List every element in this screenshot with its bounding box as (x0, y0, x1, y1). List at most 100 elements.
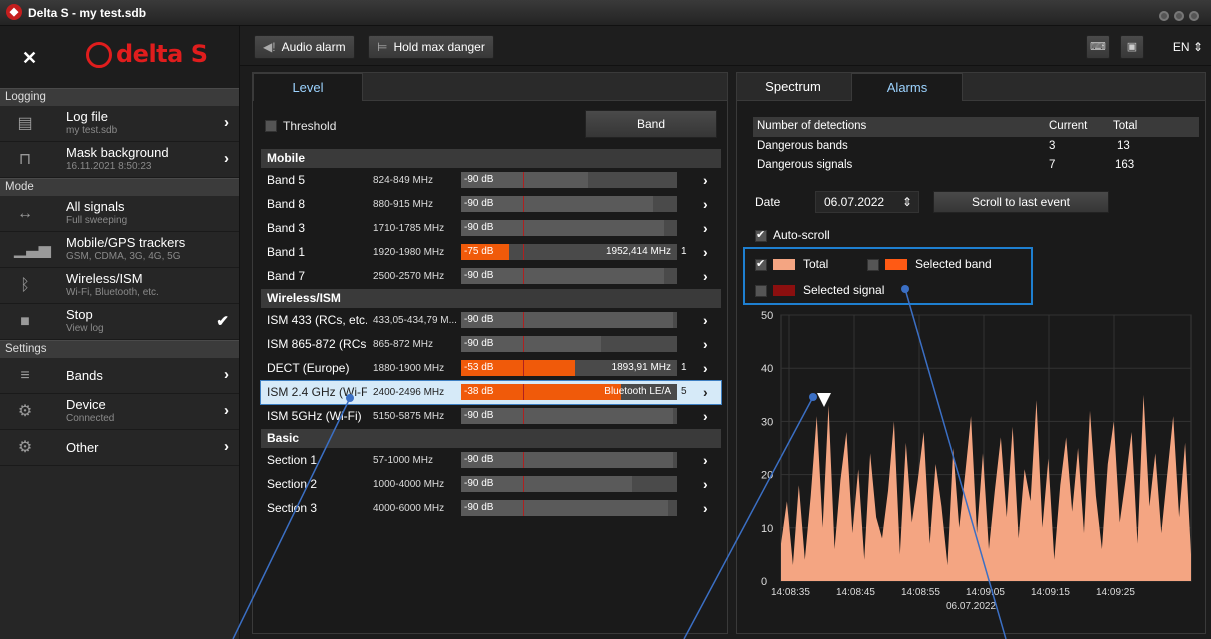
sidebar-item-label: Bands (66, 368, 103, 383)
sidebar-section-mode: Mode (0, 178, 239, 196)
band-row[interactable]: Band 3 1710-1785 MHz -90 dB › (261, 217, 721, 240)
band-row[interactable]: Band 7 2500-2570 MHz -90 dB › (261, 265, 721, 288)
close-window-button[interactable] (1189, 11, 1199, 21)
band-row[interactable]: Section 2 1000-4000 MHz -90 dB › (261, 473, 721, 496)
level-db: -90 dB (464, 270, 494, 281)
total-swatch (773, 259, 795, 271)
chevron-right-icon[interactable]: › (703, 196, 708, 212)
sidebar-item-bands[interactable]: ≡ Bands › (0, 358, 239, 394)
level-bar: -75 dB 1952,414 MHz (461, 244, 677, 260)
band-name: Section 2 (267, 477, 318, 491)
sweep-icon: ↔ (17, 205, 33, 222)
chevron-right-icon[interactable]: › (703, 312, 708, 328)
sidebar-item-other[interactable]: ⚙ Other › (0, 430, 239, 466)
chevron-right-icon[interactable]: › (703, 384, 708, 400)
chevron-right-icon[interactable]: › (703, 452, 708, 468)
sidebar-item-wireless-ism[interactable]: ᛒ Wireless/ISM Wi-Fi, Bluetooth, etc. (0, 268, 239, 304)
band-frequency: 865-872 MHz (373, 339, 434, 350)
detections-header-label: Number of detections (757, 120, 867, 132)
legend-selected-signal[interactable]: Selected signal (755, 283, 884, 297)
band-row[interactable]: Band 5 824-849 MHz -90 dB › (261, 169, 721, 192)
band-frequency: 1880-1900 MHz (373, 363, 445, 374)
hold-max-button[interactable]: ⊨ Hold max danger (368, 35, 494, 59)
keyboard-button[interactable]: ⌨ (1086, 35, 1110, 59)
chevron-right-icon[interactable]: › (703, 476, 708, 492)
band-button[interactable]: Band (585, 110, 717, 138)
auto-scroll-toggle[interactable]: Auto-scroll (755, 228, 830, 242)
chevron-right-icon[interactable]: › (703, 360, 708, 376)
chevron-right-icon: › (224, 366, 229, 383)
maximize-button[interactable] (1174, 11, 1184, 21)
tab-spectrum[interactable]: Spectrum (737, 73, 849, 101)
band-name: Band 8 (267, 197, 306, 211)
minimize-button[interactable] (1159, 11, 1169, 21)
sidebar-item-log-file[interactable]: ▤ Log file my test.sdb › (0, 106, 239, 142)
sidebar-item-label: Device (66, 397, 106, 412)
band-name: Section 1 (267, 453, 318, 467)
audio-alarm-label: Audio alarm (281, 40, 346, 54)
level-db: -90 dB (464, 454, 494, 465)
chevron-right-icon[interactable]: › (703, 220, 708, 236)
spinner-icon[interactable]: ⇕ (902, 192, 912, 212)
sidebar-item-sublabel: Full sweeping (66, 215, 128, 226)
sidebar-item-device[interactable]: ⚙ Device Connected › (0, 394, 239, 430)
legend-selected-band-label: Selected band (915, 257, 992, 271)
chevron-right-icon[interactable]: › (703, 268, 708, 284)
level-bar: -90 dB (461, 408, 677, 424)
selected-signal-checkbox[interactable] (755, 284, 767, 297)
auto-scroll-checkbox[interactable] (755, 228, 767, 242)
band-row[interactable]: DECT (Europe) 1880-1900 MHz -53 dB 1893,91 … (261, 357, 721, 380)
threshold-marker (523, 384, 524, 400)
close-icon[interactable]: ✕ (22, 48, 37, 69)
band-frequency: 1000-4000 MHz (373, 479, 445, 490)
legend-selected-band[interactable]: Selected band (867, 257, 992, 271)
chevron-right-icon[interactable]: › (703, 336, 708, 352)
band-row[interactable]: Band 8 880-915 MHz -90 dB › (261, 193, 721, 216)
alarm-history-chart[interactable]: 0 10 20 30 40 50 14:08:35 14:08:45 14:08:55 14:09… (737, 307, 1205, 633)
band-row[interactable]: ISM 2.4 GHz (Wi-Fi) 2400-2496 MHz -38 dB Bl… (260, 380, 722, 405)
band-group-header: Basic (261, 429, 721, 448)
threshold-checkbox[interactable] (265, 119, 277, 132)
date-picker[interactable]: 06.07.2022 ⇕ (815, 191, 919, 213)
threshold-marker (523, 360, 524, 376)
band-group-header: Wireless/ISM (261, 289, 721, 308)
level-bar: -90 dB (461, 312, 677, 328)
level-db: -90 dB (464, 174, 494, 185)
level-bar: -38 dB Bluetooth LE/A (461, 384, 677, 400)
total-checkbox[interactable] (755, 257, 767, 271)
sidebar-item-mask-background[interactable]: ⊓ Mask background 16.11.2021 8:50:23 › (0, 142, 239, 178)
sidebar-item-mobile-gps-trackers[interactable]: ▁▃▅ Mobile/GPS trackers GSM, CDMA, 3G, 4G,… (0, 232, 239, 268)
sidebar-item-all-signals[interactable]: ↔ All signals Full sweeping (0, 196, 239, 232)
chevron-right-icon[interactable]: › (703, 244, 708, 260)
band-frequency: 4000-6000 MHz (373, 503, 445, 514)
scroll-to-last-event-button[interactable]: Scroll to last event (933, 191, 1109, 213)
band-name: Section 3 (267, 501, 318, 515)
level-bar: -90 dB (461, 476, 677, 492)
selected-signal-swatch (773, 285, 795, 297)
band-row[interactable]: Band 1 1920-1980 MHz -75 dB 1952,414 MHz 1 › (261, 241, 721, 264)
selected-band-checkbox[interactable] (867, 258, 879, 271)
alarms-tabs: Spectrum Alarms (737, 73, 1205, 101)
x-tick-label: 14:08:35 (771, 587, 810, 598)
band-row[interactable]: Section 3 4000-6000 MHz -90 dB › (261, 497, 721, 520)
keyboard-icon: ⌨ (1090, 41, 1106, 53)
band-row[interactable]: ISM 865-872 (RCs, etc.) 865-872 MHz -90 dB… (261, 333, 721, 356)
legend-total[interactable]: Total (755, 257, 828, 271)
language-select[interactable]: EN ⇕ (1173, 40, 1203, 54)
sidebar-item-stop[interactable]: ■ Stop View log ✔ (0, 304, 239, 340)
window-controls[interactable] (1154, 8, 1199, 26)
tab-level[interactable]: Level (253, 73, 363, 101)
screen-button[interactable]: ▣ (1120, 35, 1144, 59)
chevron-right-icon: › (224, 402, 229, 419)
band-row[interactable]: Section 1 57-1000 MHz -90 dB › (261, 449, 721, 472)
chevron-right-icon[interactable]: › (703, 172, 708, 188)
level-db: -90 dB (464, 410, 494, 421)
chevron-right-icon[interactable]: › (703, 500, 708, 516)
band-row[interactable]: ISM 433 (RCs, etc.) 433,05-434,79 M... -90… (261, 309, 721, 332)
sidebar-item-sublabel: GSM, CDMA, 3G, 4G, 5G (66, 251, 181, 262)
tab-alarms[interactable]: Alarms (851, 73, 963, 101)
detections-header: Number of detections Current Total (753, 117, 1199, 137)
band-row[interactable]: ISM 5GHz (Wi-Fi) 5150-5875 MHz -90 dB › (261, 405, 721, 428)
audio-alarm-button[interactable]: ◀! Audio alarm (254, 35, 355, 59)
chevron-right-icon[interactable]: › (703, 408, 708, 424)
